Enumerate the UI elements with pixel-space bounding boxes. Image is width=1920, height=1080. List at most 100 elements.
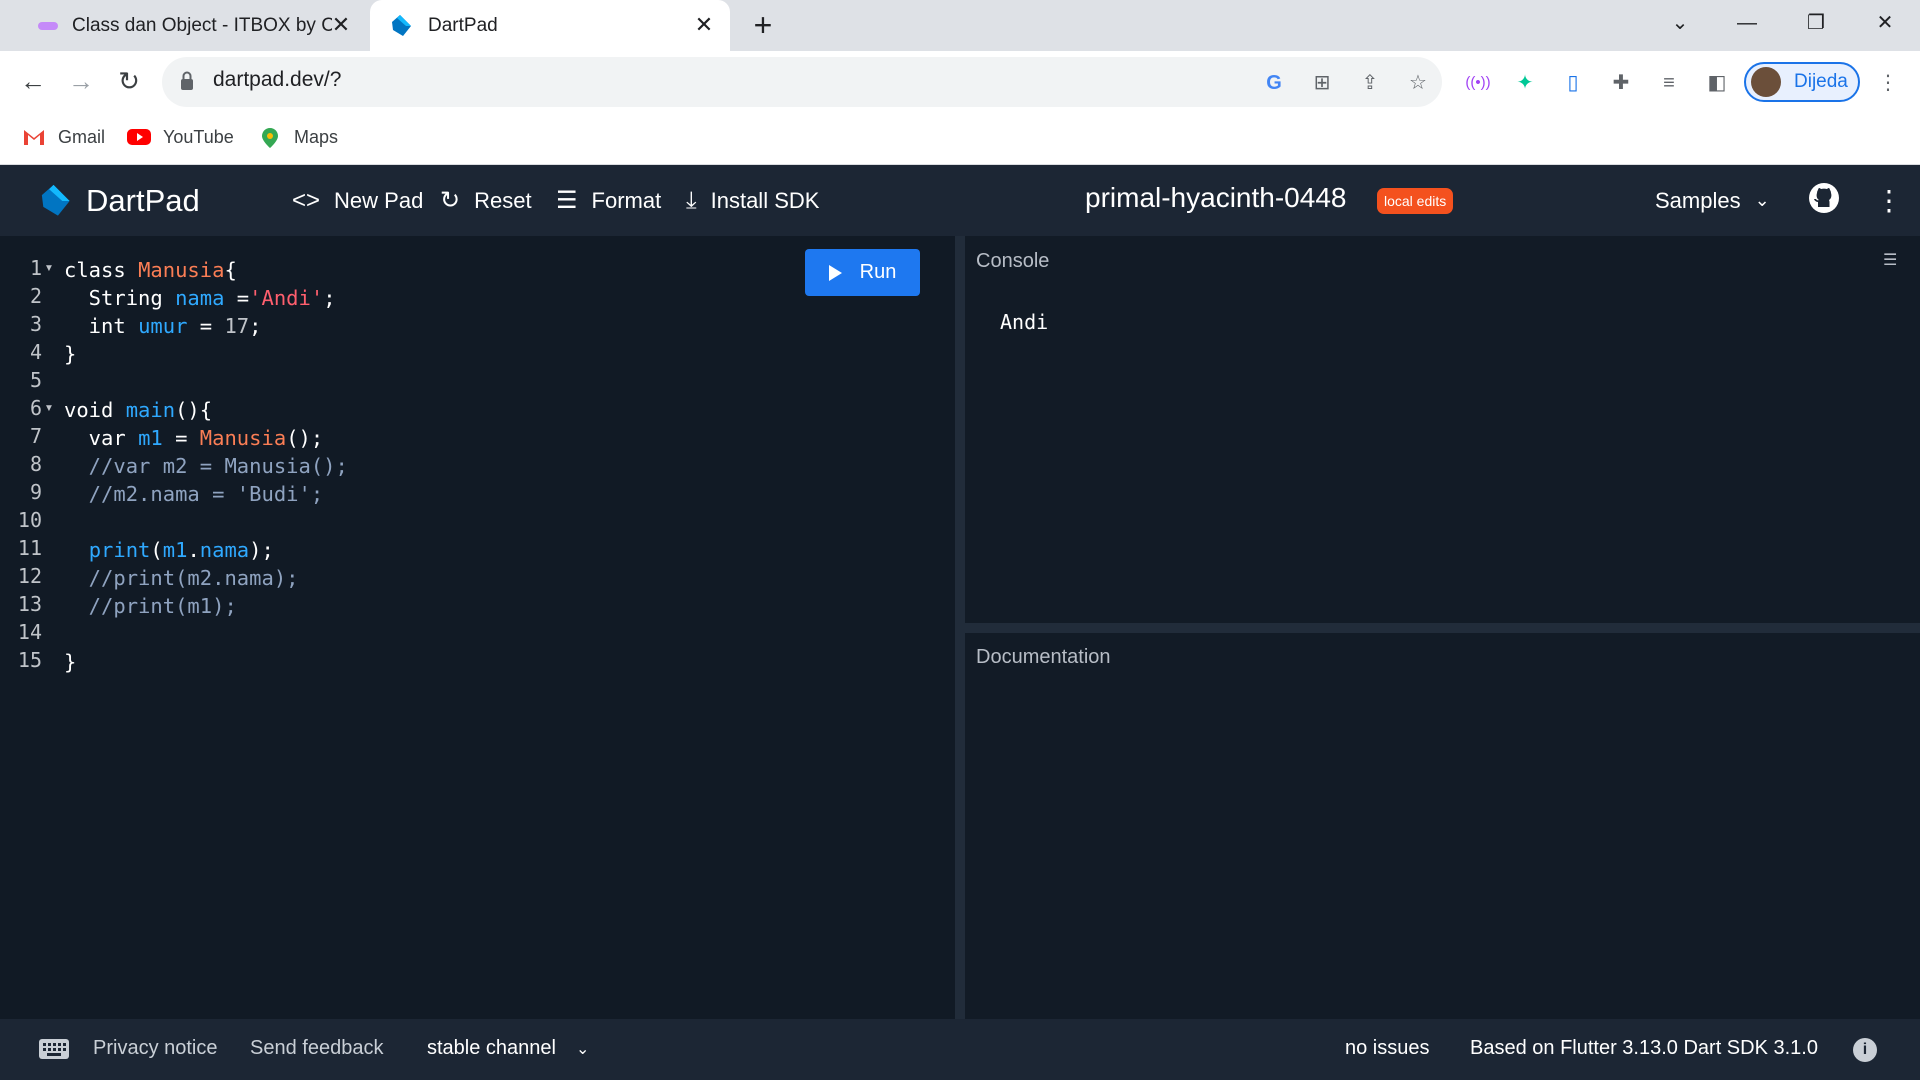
share-icon[interactable]: ⇪ [1355, 68, 1385, 98]
line-number: 5 [29, 368, 42, 392]
gmail-icon [22, 127, 46, 147]
bookmark-label: Gmail [58, 126, 106, 147]
tab-title: Class dan Object - ITBOX by Cou [72, 14, 332, 36]
line-number: 8 [29, 452, 42, 476]
close-tab-icon[interactable]: ✕ [329, 13, 353, 37]
send-feedback-link[interactable]: Send feedback [250, 1037, 383, 1060]
tab-title: DartPad [428, 14, 498, 36]
tab-search-icon[interactable]: ⌄ [1660, 8, 1700, 38]
code-line-7[interactable]: var m1 = Manusia(); [64, 424, 324, 452]
format-button[interactable]: ☰ Format [556, 165, 661, 236]
info-icon[interactable]: i [1853, 1038, 1877, 1062]
reset-label: Reset [474, 187, 532, 213]
samples-dropdown[interactable]: Samples ⌄ [1655, 165, 1770, 236]
youtube-icon [127, 127, 151, 147]
code-line-2[interactable]: String nama ='Andi'; [64, 284, 336, 312]
bookmark-label: YouTube [163, 126, 234, 147]
itbox-favicon-icon [38, 21, 58, 30]
line-number: 3 [29, 312, 42, 336]
play-icon [828, 264, 842, 281]
side-panel-icon[interactable]: ◧ [1702, 68, 1732, 98]
bookmark-gmail[interactable]: Gmail [22, 122, 105, 152]
vertical-splitter[interactable] [955, 236, 965, 1019]
local-edits-badge: local edits [1377, 188, 1454, 214]
browser-menu-icon[interactable]: ⋮ [1873, 68, 1903, 98]
code-line-11[interactable]: print(m1.nama); [64, 536, 274, 564]
documentation-title: Documentation [976, 646, 1111, 668]
github-icon[interactable] [1807, 181, 1841, 215]
close-tab-icon[interactable]: ✕ [692, 13, 716, 37]
close-window-icon[interactable]: ✕ [1865, 8, 1905, 38]
url-text[interactable]: dartpad.dev/? [213, 68, 341, 92]
more-menu-icon[interactable]: ⋮ [1875, 165, 1903, 236]
code-line-1[interactable]: class Manusia{ [64, 256, 237, 284]
profile-button[interactable]: Dijeda [1744, 62, 1860, 102]
new-tab-button[interactable]: + [748, 9, 778, 41]
install-sdk-label: Install SDK [710, 187, 820, 213]
app-name: DartPad [86, 182, 200, 218]
install-sdk-button[interactable]: ⤓ Install SDK [686, 165, 819, 236]
back-icon[interactable]: ← [15, 63, 51, 99]
code-icon: <> [292, 186, 321, 214]
samples-label: Samples [1655, 187, 1741, 213]
line-number: 7 [29, 424, 42, 448]
line-number: 2 [29, 284, 42, 308]
line-number: 9 [29, 480, 42, 504]
bookmark-maps[interactable]: Maps [258, 122, 338, 152]
line-number: 13 [17, 592, 42, 616]
lock-icon[interactable] [180, 71, 194, 91]
reset-button[interactable]: ↻ Reset [440, 165, 532, 236]
extensions-puzzle-icon[interactable]: ✚ [1606, 68, 1636, 98]
download-icon: ⤓ [686, 186, 697, 214]
format-label: Format [591, 187, 662, 213]
reload-icon[interactable]: ↻ [111, 63, 147, 99]
run-label: Run [859, 261, 897, 283]
fold-arrow-icon[interactable]: ▼ [44, 403, 54, 414]
line-number: 4 [29, 340, 42, 364]
restore-icon[interactable]: ❐ [1796, 8, 1836, 38]
console-title: Console [976, 250, 1050, 272]
dartpad-logo[interactable]: DartPad [36, 165, 200, 236]
code-line-9[interactable]: //m2.nama = 'Budi'; [64, 480, 324, 508]
keyboard-icon[interactable] [38, 1038, 70, 1060]
address-bar[interactable] [162, 57, 1442, 107]
code-line-13[interactable]: //print(m1); [64, 592, 237, 620]
phone-extension-icon[interactable]: ▯ [1558, 68, 1588, 98]
minimize-icon[interactable]: — [1727, 8, 1767, 38]
line-number: 6 [29, 396, 42, 420]
issues-status[interactable]: no issues [1345, 1037, 1430, 1060]
cast-extension-icon[interactable]: ((•)) [1463, 68, 1493, 98]
pad-name[interactable]: primal-hyacinth-0448 [1085, 182, 1346, 214]
channel-dropdown[interactable]: stable channel ⌄ [427, 1037, 589, 1060]
format-lines-icon: ☰ [556, 187, 578, 214]
clear-console-icon[interactable]: ☰ [1883, 252, 1905, 270]
line-number: 1 [29, 256, 42, 280]
code-editor[interactable] [0, 236, 955, 1019]
new-pad-label: New Pad [334, 187, 424, 213]
google-lens-icon[interactable]: G [1259, 68, 1289, 98]
horizontal-splitter[interactable] [965, 623, 1920, 633]
fold-arrow-icon[interactable]: ▼ [44, 263, 54, 274]
code-line-3[interactable]: int umur = 17; [64, 312, 262, 340]
media-control-icon[interactable]: ≡ [1654, 68, 1684, 98]
channel-label: stable channel [427, 1037, 556, 1059]
code-line-8[interactable]: //var m2 = Manusia(); [64, 452, 348, 480]
browser-tab-itbox[interactable]: Class dan Object - ITBOX by Cou ✕ [22, 0, 367, 51]
browser-tab-dartpad[interactable]: DartPad ✕ [370, 0, 730, 51]
privacy-notice-link[interactable]: Privacy notice [93, 1037, 218, 1060]
dart-favicon-icon [392, 14, 411, 36]
hummingbird-extension-icon[interactable]: ✦ [1510, 68, 1540, 98]
code-line-6[interactable]: void main(){ [64, 396, 212, 424]
code-line-12[interactable]: //print(m2.nama); [64, 564, 299, 592]
forward-icon[interactable]: → [63, 63, 99, 99]
avatar [1751, 67, 1781, 97]
bookmark-star-icon[interactable]: ☆ [1403, 68, 1433, 98]
bookmark-youtube[interactable]: YouTube [127, 122, 234, 152]
run-button[interactable]: Run [805, 249, 920, 296]
translate-icon[interactable]: ⊞ [1307, 68, 1337, 98]
code-line-4[interactable]: } [64, 340, 76, 368]
new-pad-button[interactable]: <> New Pad [292, 165, 423, 236]
code-line-15[interactable]: } [64, 648, 76, 676]
maps-pin-icon [258, 127, 282, 148]
refresh-icon: ↻ [440, 187, 461, 214]
